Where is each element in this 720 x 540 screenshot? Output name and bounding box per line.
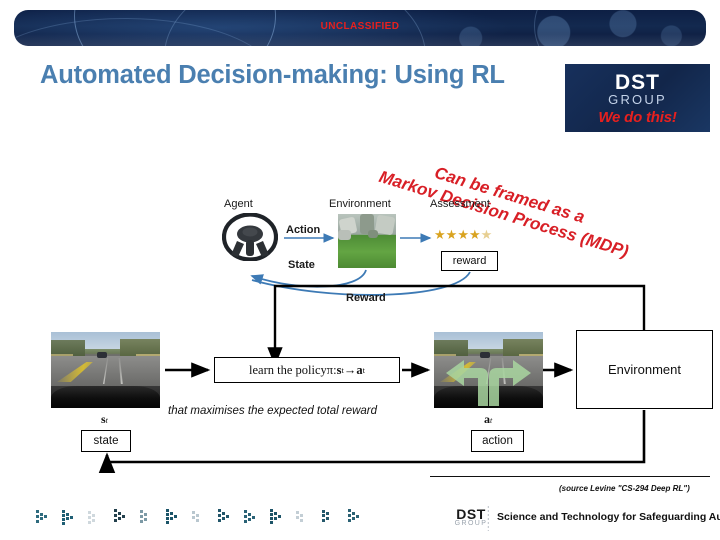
star-icon: ★ (468, 228, 481, 243)
environment-box: Environment (576, 330, 713, 409)
policy-maps-to-arrow: → (343, 362, 357, 377)
logo-secondary-text: GROUP (608, 92, 667, 107)
mdp-annotation-line2: Markov Decision Process (MDP) (376, 167, 631, 262)
environment-to-state-path (98, 410, 646, 474)
environment-label: Environment (329, 198, 391, 210)
footer-divider (430, 476, 710, 477)
mdp-annotation-line1: Can be framed as a (432, 163, 587, 227)
page-title: Automated Decision-making: Using RL (40, 61, 505, 89)
footer-tagline: Science and Technology for Safeguarding … (497, 511, 720, 523)
rock-shape (338, 230, 351, 240)
state-symbol-caption: st (101, 412, 108, 427)
state-symbol-subscript: t (105, 416, 108, 425)
state-label: State (288, 259, 315, 271)
chevron-icon (296, 511, 303, 522)
action-label: Action (286, 224, 321, 236)
objective-caption: that maximises the expected total reward (168, 405, 378, 417)
footer-dotted-divider (487, 505, 489, 531)
classification-banner: UNCLASSIFIED (14, 10, 706, 46)
chevron-icon (192, 511, 199, 522)
star-icon: ★ (445, 228, 458, 243)
policy-prefix: learn the policy (249, 362, 327, 377)
star-rating: ★★★★★ (434, 228, 492, 243)
chevron-icon (36, 510, 47, 523)
reward-label: Reward (346, 292, 386, 304)
steering-wheel-icon (222, 213, 278, 261)
environment-thumbnail (338, 214, 396, 268)
action-overlay-image (434, 332, 543, 408)
action-box: action (471, 430, 524, 452)
star-icon-half: ★ (480, 228, 493, 243)
chevron-icon (166, 509, 177, 524)
footer-chevron-strip (36, 508, 363, 526)
chevron-icon (140, 510, 147, 523)
mdp-annotation: Can be framed as a Markov Decision Proce… (357, 142, 656, 268)
chevron-icon (322, 510, 329, 522)
chevron-icon (62, 510, 73, 525)
agent-label: Agent (224, 198, 253, 210)
state-feedback-curve (250, 269, 367, 288)
chevron-icon (218, 509, 229, 522)
chevron-icon (244, 510, 255, 523)
action-symbol-subscript: t (490, 416, 493, 425)
policy-action-subscript: t (362, 365, 365, 375)
lead-vehicle (97, 352, 107, 358)
dst-group-logo: DST GROUP We do this! (565, 64, 710, 132)
classification-label: UNCLASSIFIED (320, 21, 400, 32)
reward-box: reward (441, 251, 498, 271)
logo-tagline: We do this! (598, 109, 677, 126)
turn-direction-arrows-icon (446, 360, 531, 406)
star-icon: ★ (457, 228, 469, 243)
dashboard-foreground (51, 386, 160, 408)
state-observation-image (51, 332, 160, 408)
chevron-icon (114, 509, 125, 522)
assessment-label: Assessment (430, 198, 490, 210)
star-icon: ★ (434, 228, 446, 243)
action-symbol-caption: at (484, 412, 492, 427)
state-box: state (81, 430, 131, 452)
policy-box: learn the policy π : st → at (214, 357, 400, 383)
chevron-icon (270, 509, 281, 524)
source-attribution: (source Levine "CS-294 Deep RL") (559, 484, 690, 493)
chevron-icon (348, 509, 359, 522)
chevron-icon (88, 511, 95, 524)
banner-sheen (14, 34, 706, 46)
rock-shape (368, 230, 378, 238)
